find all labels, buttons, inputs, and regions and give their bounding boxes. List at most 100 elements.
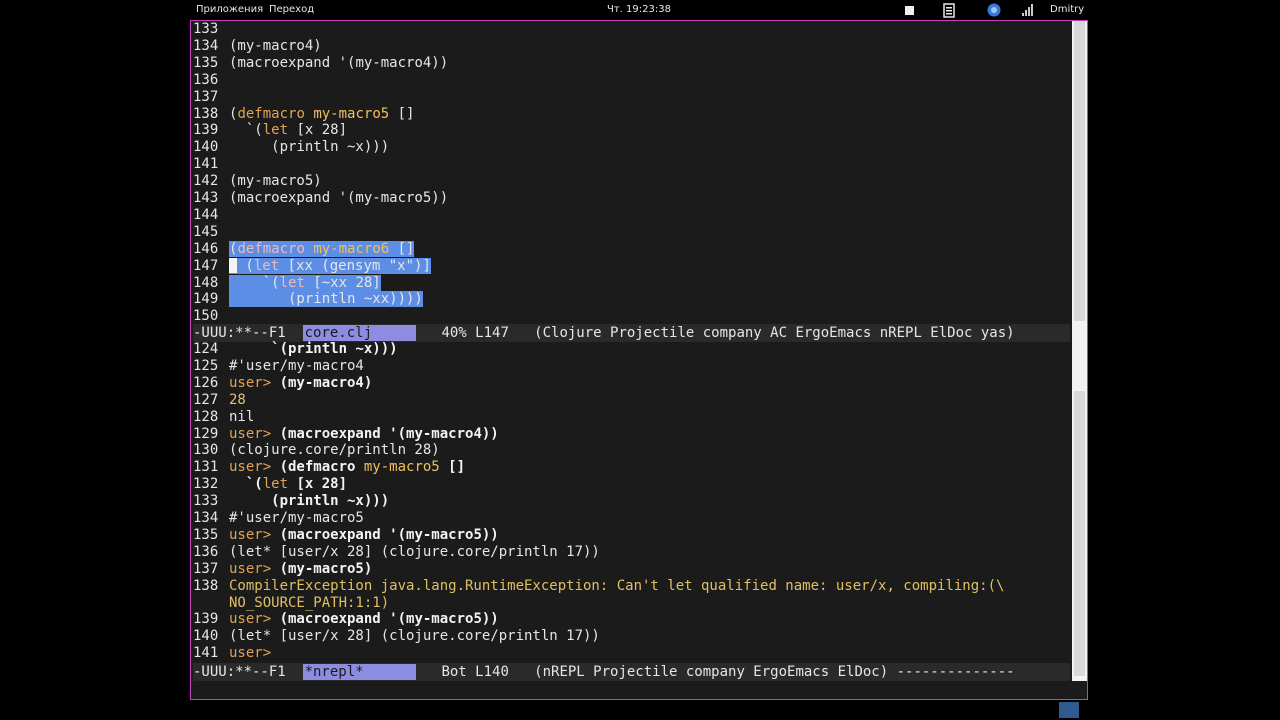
line-code: (println ~x))) [229, 139, 389, 155]
code-line[interactable]: 133 [193, 21, 1070, 38]
code-token: [] [389, 240, 415, 257]
code-line[interactable]: 145 [193, 224, 1070, 241]
applications-menu[interactable]: Приложения [196, 4, 263, 15]
repl-pane[interactable]: 124 `(println ~x))) 125 #'user/my-macro4 12… [193, 341, 1070, 663]
code-line[interactable]: 139 `(let [x 28] [193, 122, 1070, 139]
code-line[interactable]: 147 (let [xx (gensym "x")] [193, 257, 1070, 275]
line-code: `(let [x 28] [229, 122, 347, 138]
line-code: (macroexpand '(my-macro5)) [229, 190, 448, 206]
minibuffer[interactable] [193, 681, 1070, 697]
code-line[interactable]: 142 (my-macro5) [193, 173, 1070, 190]
line-code: (println ~xx)))) [229, 291, 423, 308]
repl-scroll-thumb[interactable] [1074, 391, 1085, 676]
code-token: user> [229, 374, 280, 391]
code-line[interactable]: 127 28 [193, 392, 1070, 409]
code-line[interactable]: 134 #'user/my-macro5 [193, 510, 1070, 527]
line-code: (my-macro4) [229, 38, 322, 54]
code-line[interactable]: 133 (println ~x))) [193, 493, 1070, 510]
code-token: #'user/my-macro4 [229, 357, 364, 374]
line-number: 149 [193, 291, 219, 308]
line-number: 133 [193, 21, 219, 37]
code-token: (macroexpand '(my-macro5)) [279, 526, 499, 543]
code-line[interactable]: 137 [193, 89, 1070, 106]
line-code: (clojure.core/println 28) [229, 442, 440, 458]
code-line[interactable]: 129 user> (macroexpand '(my-macro4)) [193, 426, 1070, 443]
stop-icon[interactable] [904, 2, 916, 21]
code-token: `( [229, 476, 263, 493]
line-number: 135 [193, 54, 219, 71]
code-line[interactable]: 141 user> [193, 645, 1070, 662]
code-line[interactable]: 128 nil [193, 409, 1070, 426]
line-number: 131 [193, 459, 219, 476]
code-line[interactable]: 141 [193, 156, 1070, 173]
code-line[interactable]: 140 (let* [user/x 28] (clojure.core/print… [193, 628, 1070, 645]
scrollbar[interactable] [1072, 21, 1087, 681]
code-token: (my-macro5) [229, 173, 322, 190]
code-line[interactable]: 136 [193, 72, 1070, 89]
line-number: 144 [193, 206, 219, 223]
network-signal-icon[interactable] [1021, 2, 1035, 21]
line-number: 139 [193, 122, 219, 139]
code-token: user> [229, 645, 280, 662]
line-number: 148 [193, 274, 219, 291]
code-line[interactable]: 134 (my-macro4) [193, 38, 1070, 55]
line-code: CompilerException java.lang.RuntimeExcep… [229, 578, 1004, 594]
code-line[interactable]: 135 (macroexpand '(my-macro4)) [193, 55, 1070, 72]
code-line[interactable]: 126 user> (my-macro4) [193, 375, 1070, 392]
line-number: 124 [193, 341, 219, 357]
browser-icon[interactable] [986, 2, 1002, 21]
clock[interactable]: Чт. 19:23:38 [607, 4, 671, 15]
mode-line-info: 40% L147 (Clojure Projectile company AC … [416, 325, 1015, 341]
code-line[interactable]: 149 (println ~xx)))) [193, 291, 1070, 308]
line-code: user> [229, 645, 280, 661]
line-code: (let [xx (gensym "x")] [229, 257, 431, 274]
code-token: (clojure.core/println 28) [229, 442, 440, 459]
code-line[interactable]: 139 user> (macroexpand '(my-macro5)) [193, 611, 1070, 628]
code-line[interactable]: 143 (macroexpand '(my-macro5)) [193, 190, 1070, 207]
code-line[interactable]: 140 (println ~x))) [193, 139, 1070, 156]
code-line[interactable]: 144 [193, 207, 1070, 224]
line-number: 136 [193, 543, 219, 560]
code-token: let [279, 274, 305, 291]
code-line[interactable]: 137 user> (my-macro5) [193, 561, 1070, 578]
code-line[interactable]: 132 `(let [x 28] [193, 476, 1070, 493]
code-line[interactable]: 148 `(let [~xx 28] [193, 274, 1070, 292]
places-menu[interactable]: Переход [269, 4, 314, 15]
line-number: 132 [193, 476, 219, 493]
line-code: (println ~x))) [229, 493, 389, 509]
clipboard-icon[interactable] [942, 2, 956, 21]
line-code: #'user/my-macro4 [229, 358, 364, 374]
code-line[interactable]: 131 user> (defmacro my-macro5 [] [193, 459, 1070, 476]
code-line[interactable]: 146 (defmacro my-macro6 [] [193, 240, 1070, 258]
buffer-name[interactable]: core.clj [302, 325, 417, 341]
line-code: (macroexpand '(my-macro4)) [229, 55, 448, 71]
user-menu[interactable]: Dmitry [1050, 4, 1084, 15]
emacs-window: 133 134 (my-macro4) 135 (macroexpand '(my-ma… [190, 20, 1088, 700]
code-line[interactable]: 138 (defmacro my-macro5 [] [193, 106, 1070, 123]
code-line[interactable]: NO_SOURCE_PATH:1:1) [193, 595, 1070, 612]
code-token: (let* [user/x 28] (clojure.core/println … [229, 628, 600, 645]
line-code: user> (macroexpand '(my-macro4)) [229, 426, 499, 442]
taskbar-button[interactable] [1059, 702, 1079, 718]
line-number: 134 [193, 37, 219, 54]
editor-pane[interactable]: 133 134 (my-macro4) 135 (macroexpand '(my-ma… [193, 21, 1070, 324]
code-line[interactable]: 135 user> (macroexpand '(my-macro5)) [193, 527, 1070, 544]
code-token: let [262, 476, 289, 493]
line-code: 28 [229, 392, 246, 408]
code-line[interactable]: 150 [193, 308, 1070, 324]
line-code: `(let [x 28] [229, 476, 347, 492]
code-token: (println ~xx)))) [229, 291, 423, 308]
code-line[interactable]: 130 (clojure.core/println 28) [193, 442, 1070, 459]
line-code: `(println ~x))) [229, 341, 397, 357]
buffer-name[interactable]: *nrepl* [302, 664, 417, 680]
code-token: #'user/my-macro5 [229, 510, 364, 526]
editor-scroll-thumb[interactable] [1074, 21, 1085, 321]
line-number: 138 [193, 105, 219, 122]
code-line[interactable]: 125 #'user/my-macro4 [193, 358, 1070, 375]
code-line[interactable]: 124 `(println ~x))) [193, 341, 1070, 358]
code-token: let [262, 122, 289, 139]
line-code: (defmacro my-macro6 [] [229, 240, 415, 257]
code-line[interactable]: 138 CompilerException java.lang.RuntimeEx… [193, 578, 1070, 595]
code-line[interactable]: 136 (let* [user/x 28] (clojure.core/print… [193, 544, 1070, 561]
code-token: user> [229, 560, 280, 577]
